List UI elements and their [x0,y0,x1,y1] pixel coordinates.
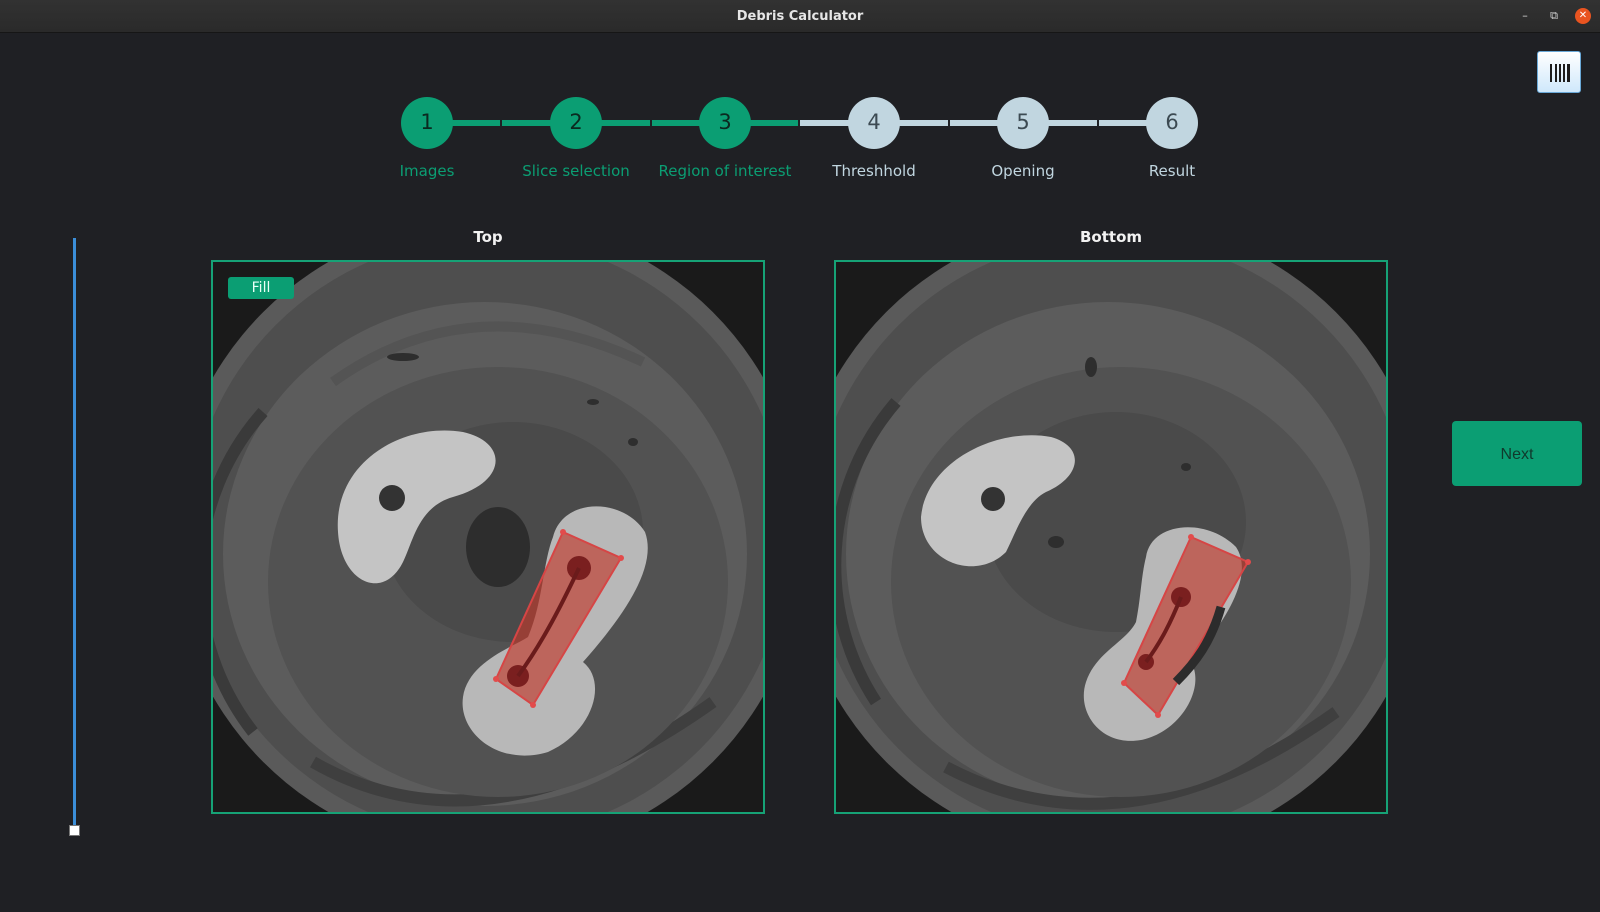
window-title: Debris Calculator [736,9,864,24]
step-divider [948,120,950,126]
slice-slider-track[interactable] [73,238,76,832]
next-button[interactable]: Next [1452,421,1582,486]
step-6-label: Result [1148,162,1196,180]
step-4-circle[interactable]: 4 [848,97,900,149]
bottom-panel-title: Bottom [1079,228,1142,246]
step-6-circle[interactable]: 6 [1146,97,1198,149]
step-3-circle[interactable]: 3 [699,97,751,149]
step-3-label: Region of interest [658,162,792,180]
close-icon[interactable]: ✕ [1575,8,1591,24]
fill-button[interactable]: Fill [228,277,294,299]
step-1-circle[interactable]: 1 [401,97,453,149]
step-divider [1097,120,1099,126]
step-divider [500,120,502,126]
step-1-label: Images [399,162,455,180]
title-bar: Debris Calculator – ⧉ ✕ [0,0,1600,33]
minimize-icon[interactable]: – [1517,8,1533,24]
barcode-menu-icon [1550,64,1570,82]
slice-slider-handle[interactable] [69,825,80,836]
top-slice-viewer[interactable]: Fill [211,260,765,814]
step-2-label: Slice selection [522,162,630,180]
menu-button[interactable] [1537,51,1581,93]
top-panel-title: Top [473,228,503,246]
step-4-label: Threshhold [832,162,916,180]
bottom-ct-image [836,262,1386,812]
step-divider [798,120,800,126]
step-2-circle[interactable]: 2 [550,97,602,149]
step-5-circle[interactable]: 5 [997,97,1049,149]
step-divider [650,120,652,126]
step-5-label: Opening [991,162,1055,180]
maximize-icon[interactable]: ⧉ [1546,8,1562,24]
bottom-slice-viewer[interactable] [834,260,1388,814]
top-ct-image [213,262,763,812]
progress-stepper: 1 2 3 4 5 6 Images Slice selection Regio… [0,96,1600,196]
